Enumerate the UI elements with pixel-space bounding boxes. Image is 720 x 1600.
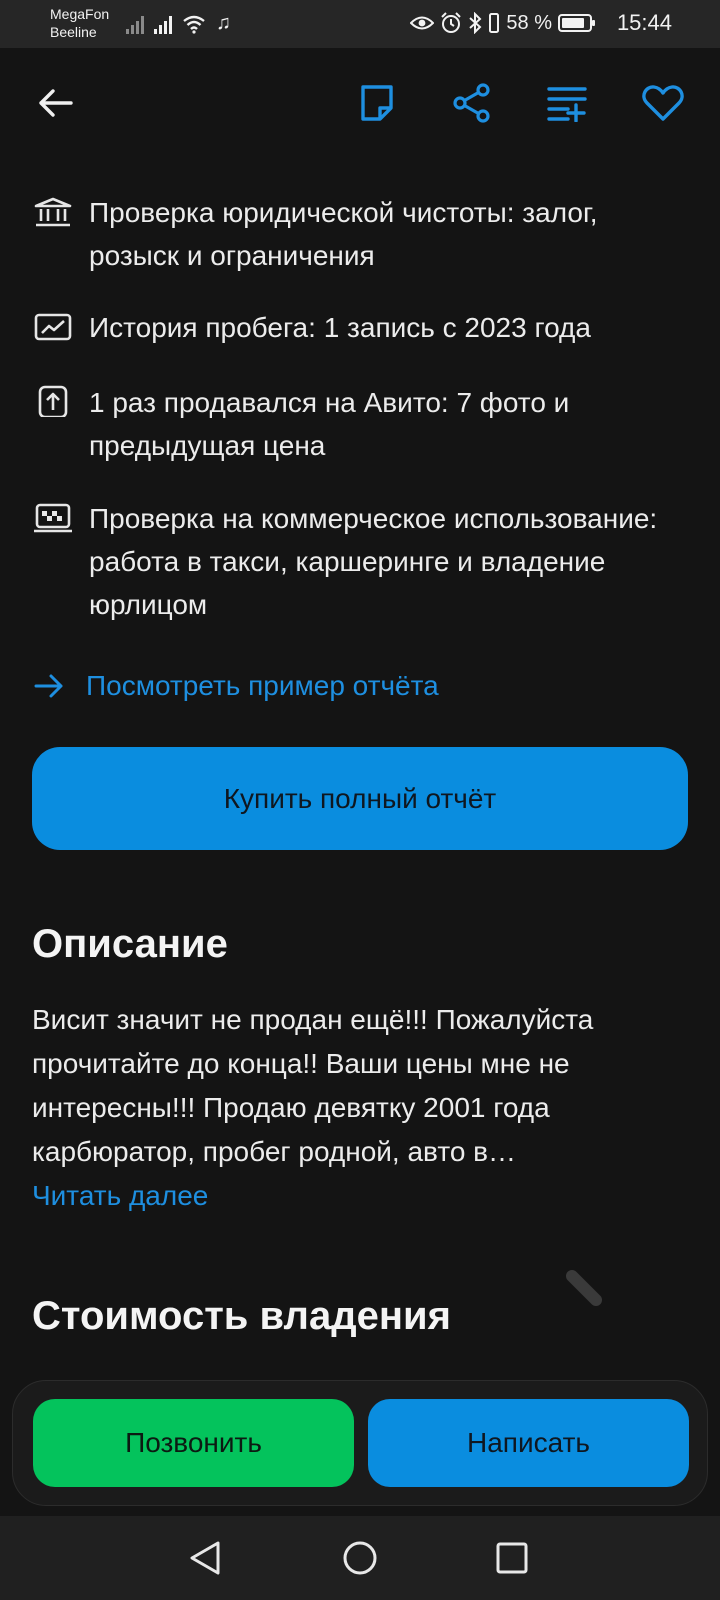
call-button[interactable]: Позвонить <box>33 1399 354 1487</box>
vibrate-icon <box>489 13 500 33</box>
feature-text: История пробега: 1 запись с 2023 года <box>89 312 591 343</box>
carrier-2: Beeline <box>50 24 97 40</box>
taxi-icon <box>34 503 72 533</box>
screen: MegaFon Beeline ♫ 58 % 15:44 Проверка юр… <box>0 0 720 1600</box>
ownership-title: Стоимость владения <box>32 1294 451 1338</box>
arrow-right-icon <box>34 674 63 698</box>
back-icon[interactable] <box>32 80 78 126</box>
top-app-bar <box>0 48 720 160</box>
network-icons: ♫ <box>126 12 231 34</box>
feature-text: Проверка юридической чистоты: залог, роз… <box>89 197 598 271</box>
alarm-icon <box>441 12 462 33</box>
description-title: Описание <box>32 922 228 966</box>
carrier-names: MegaFon Beeline <box>50 5 109 41</box>
recents-square-icon[interactable] <box>490 1536 534 1580</box>
sample-report-label: Посмотреть пример отчёта <box>86 670 439 701</box>
feature-text: 1 раз продавался на Авито: 7 фото и пред… <box>89 387 570 461</box>
feature-text: Проверка на коммерческое использование: … <box>89 503 658 620</box>
favorite-icon[interactable] <box>640 80 686 126</box>
share-icon[interactable] <box>449 80 495 126</box>
bluetooth-icon <box>469 12 482 34</box>
wifi-icon <box>183 15 205 34</box>
bank-icon <box>34 197 72 227</box>
music-icon: ♫ <box>216 12 231 34</box>
status-right: 58 % <box>410 10 595 36</box>
buy-report-button[interactable]: Купить полный отчёт <box>32 747 688 850</box>
battery-icon <box>558 14 595 32</box>
description-text: Висит значит не продан ещё!!! Пожалуйста… <box>32 1004 594 1167</box>
status-time: 15:44 <box>616 10 672 35</box>
note-icon[interactable] <box>354 80 400 126</box>
system-nav-bar <box>0 1516 720 1600</box>
contact-actions-panel: Позвонить Написать <box>12 1380 708 1506</box>
eye-icon <box>410 16 435 30</box>
home-circle-icon[interactable] <box>338 1536 382 1580</box>
back-triangle-icon[interactable] <box>183 1536 227 1580</box>
edit-icon <box>566 1270 602 1306</box>
upload-icon <box>38 385 68 417</box>
signal-icon <box>154 14 172 34</box>
signal-icon <box>126 14 144 34</box>
status-bar: MegaFon Beeline ♫ 58 % 15:44 <box>0 0 720 48</box>
chart-icon <box>34 313 72 341</box>
battery-percent: 58 % <box>506 12 552 34</box>
write-button[interactable]: Написать <box>368 1399 689 1487</box>
sample-report-link[interactable]: Посмотреть пример отчёта <box>34 666 439 706</box>
compare-icon[interactable] <box>544 80 590 126</box>
read-more-link[interactable]: Читать далее <box>32 1180 208 1212</box>
carrier-1: MegaFon <box>50 6 110 22</box>
